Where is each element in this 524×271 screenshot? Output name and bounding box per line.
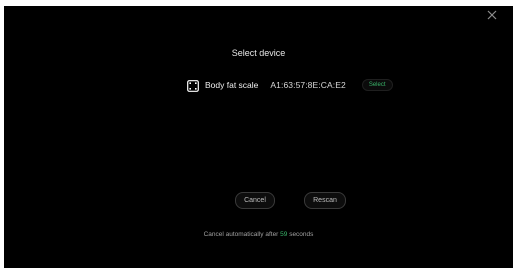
device-name: Body fat scale bbox=[205, 80, 259, 90]
device-list-item: Body fat scale A1:63:57:8E:CA:E2 Select bbox=[187, 77, 393, 93]
rescan-button[interactable]: Rescan bbox=[304, 192, 346, 209]
auto-cancel-countdown: Cancel automatically after 59 seconds bbox=[4, 231, 513, 238]
close-icon[interactable] bbox=[485, 8, 499, 22]
device-mac-address: A1:63:57:8E:CA:E2 bbox=[270, 80, 346, 90]
countdown-suffix: seconds bbox=[287, 231, 314, 238]
dialog-title: Select device bbox=[231, 48, 286, 58]
scale-icon bbox=[187, 79, 199, 92]
select-device-button[interactable]: Select bbox=[361, 79, 393, 91]
countdown-prefix: Cancel automatically after bbox=[203, 231, 281, 238]
cancel-button[interactable]: Cancel bbox=[235, 192, 275, 209]
device-select-dialog: Select device Body fat scale A1:63:57:8E… bbox=[4, 6, 513, 268]
